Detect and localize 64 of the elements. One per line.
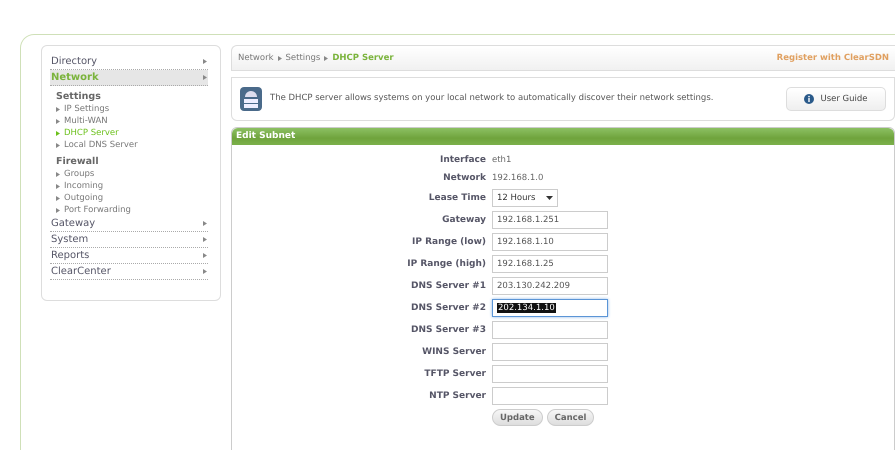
triangle-icon <box>56 172 60 176</box>
user-guide-button[interactable]: User Guide <box>786 87 886 111</box>
form-button[interactable]: Cancel <box>546 409 594 426</box>
triangle-icon <box>56 130 60 136</box>
field-label: Gateway <box>441 215 486 225</box>
help-text: The DHCP server allows systems on your local network to automatically discover their network settings. <box>270 93 714 105</box>
menu-group-heading: Firewall <box>55 155 100 168</box>
field-label: TFTP Server <box>423 369 486 379</box>
field-label: NTP Server <box>428 391 486 401</box>
input-field[interactable] <box>492 343 608 361</box>
triangle-icon <box>278 56 282 60</box>
menu-item[interactable]: Incoming <box>50 180 208 192</box>
triangle-icon <box>203 59 207 64</box>
server-icon <box>240 87 262 111</box>
menu-item[interactable]: Port Forwarding <box>50 204 208 216</box>
field-label: DNS Server #2 <box>410 303 486 313</box>
lease-time-dropdown[interactable]: 12 Hours <box>492 189 558 207</box>
menu-item[interactable]: IP Settings <box>50 103 208 115</box>
triangle-icon <box>56 196 60 200</box>
triangle-icon <box>56 118 60 124</box>
field-label: IP Range (low) <box>411 237 486 247</box>
triangle-icon <box>203 237 207 242</box>
breadcrumb-link[interactable]: DHCP Server <box>332 53 394 63</box>
menu-item[interactable]: Outgoing <box>50 192 208 204</box>
menu-section[interactable]: ClearCenter <box>50 264 208 280</box>
triangle-icon <box>203 269 207 274</box>
input-field[interactable] <box>492 365 608 383</box>
menu-section[interactable]: System <box>50 232 208 248</box>
info-icon <box>804 94 814 104</box>
triangle-icon <box>56 208 60 212</box>
menu-item[interactable]: Local DNS Server <box>50 139 208 151</box>
input-field[interactable]: 192.168.1.251 <box>492 211 608 229</box>
triangle-icon <box>324 56 328 60</box>
triangle-icon <box>56 142 60 148</box>
field-label: WINS Server <box>421 347 486 357</box>
field-value: 192.168.1.0 <box>492 172 544 185</box>
field-label: Lease Time <box>428 193 486 203</box>
menu-item[interactable]: Groups <box>50 168 208 180</box>
input-field[interactable]: 203.130.242.209 <box>492 277 608 295</box>
triangle-icon <box>56 106 60 112</box>
panel-title: Edit Subnet <box>232 128 894 145</box>
input-field[interactable] <box>492 387 608 405</box>
caret-icon <box>546 196 553 200</box>
menu-group-heading: Settings <box>55 90 102 103</box>
field-label: Network <box>442 173 486 183</box>
input-field[interactable]: 192.168.1.25 <box>492 255 608 273</box>
menu-item[interactable]: Multi-WAN <box>50 115 208 127</box>
breadcrumb-link[interactable]: Network <box>238 53 274 63</box>
triangle-icon <box>203 253 207 258</box>
menu-section[interactable]: Reports <box>50 248 208 264</box>
triangle-icon <box>203 221 207 226</box>
triangle-icon <box>203 75 207 80</box>
input-field[interactable] <box>492 321 608 339</box>
field-label: DNS Server #1 <box>410 281 486 291</box>
field-value: eth1 <box>492 154 512 167</box>
field-label: DNS Server #3 <box>410 325 486 335</box>
breadcrumb-link[interactable]: Settings <box>286 53 320 63</box>
field-label: IP Range (high) <box>406 259 486 269</box>
field-label: Interface <box>438 155 486 165</box>
triangle-icon <box>56 184 60 188</box>
form-button[interactable]: Update <box>492 409 543 426</box>
input-field[interactable]: 202.134.1.10 <box>492 299 608 317</box>
menu-section[interactable]: Gateway <box>50 216 208 232</box>
input-field[interactable]: 192.168.1.10 <box>492 233 608 251</box>
